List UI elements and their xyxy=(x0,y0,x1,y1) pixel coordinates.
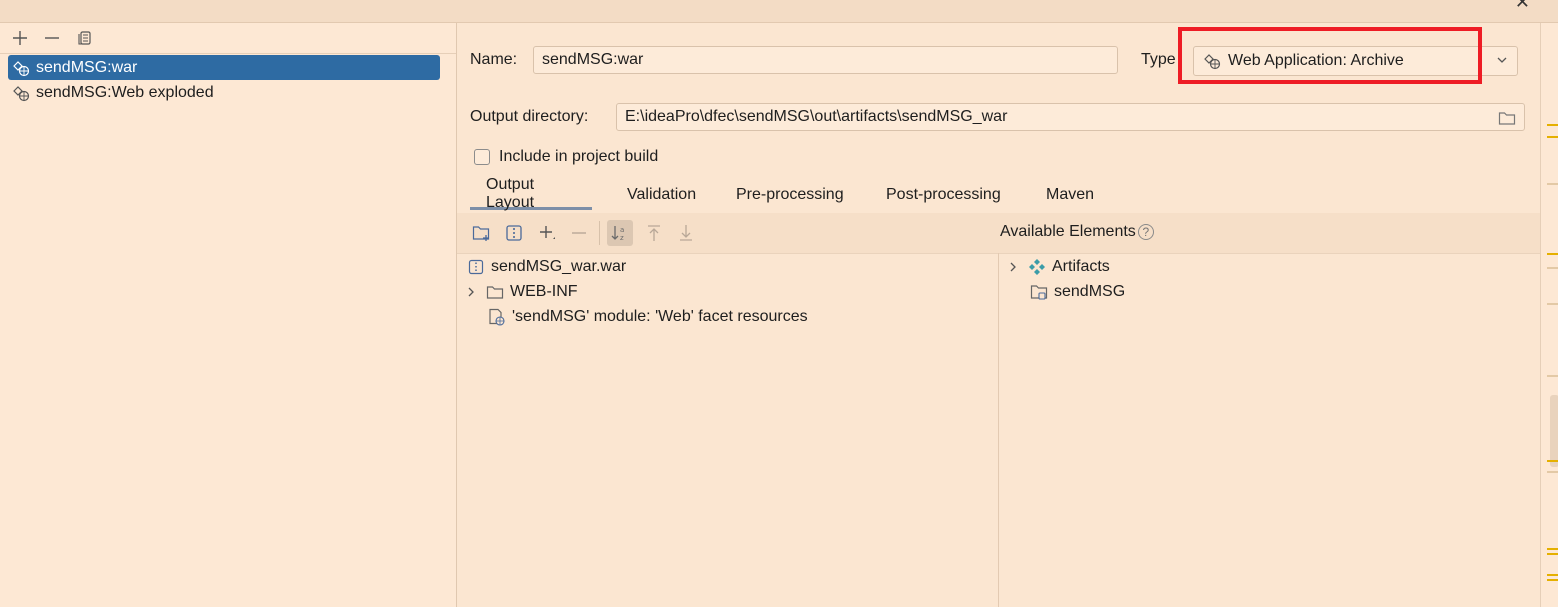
available-item-sendmsg[interactable]: sendMSG xyxy=(1030,279,1125,304)
highlight-box xyxy=(1178,27,1482,84)
tab-label: Output Layout xyxy=(486,175,535,211)
tab-output-layout[interactable]: Output Layout xyxy=(470,176,592,211)
tree-item-war-file[interactable]: sendMSG_war.war xyxy=(467,254,626,279)
name-field[interactable]: sendMSG:war xyxy=(533,46,1118,74)
include-in-build-checkbox[interactable] xyxy=(474,149,490,165)
chevron-right-icon[interactable] xyxy=(466,286,480,298)
chevron-down-icon xyxy=(1495,53,1509,72)
error-stripe-mark[interactable] xyxy=(1547,253,1558,255)
svg-text:z: z xyxy=(620,234,624,242)
web-facet-icon xyxy=(488,308,506,326)
output-directory-label: Output directory: xyxy=(470,108,589,125)
tab-label: Validation xyxy=(627,186,697,203)
tab-pre-processing[interactable]: Pre-processing xyxy=(736,180,844,210)
error-stripe-mark[interactable] xyxy=(1547,548,1558,550)
artifact-item-exploded[interactable]: sendMSG:Web exploded xyxy=(8,80,440,105)
web-artifact-icon xyxy=(12,84,30,102)
error-stripe-mark[interactable] xyxy=(1547,183,1558,185)
create-archive-icon[interactable] xyxy=(501,220,527,246)
sort-alphabetically-icon[interactable]: az xyxy=(607,220,633,246)
available-item-artifacts[interactable]: Artifacts xyxy=(1008,254,1110,279)
scrollbar-thumb[interactable] xyxy=(1550,395,1558,467)
output-directory-value: E:\ideaPro\dfec\sendMSG\out\artifacts\se… xyxy=(625,108,1008,125)
archive-icon xyxy=(467,258,485,276)
close-icon[interactable]: ✕ xyxy=(1515,0,1530,13)
error-stripe-mark[interactable] xyxy=(1547,267,1558,269)
include-in-build-label: Include in project build xyxy=(499,148,659,165)
tab-label: Post-processing xyxy=(886,186,1001,203)
error-stripe-mark[interactable] xyxy=(1547,471,1558,473)
tree-item-label: WEB-INF xyxy=(510,282,578,300)
title-strip xyxy=(0,0,1558,23)
available-elements-header: Available Elements ? xyxy=(1000,223,1154,241)
tab-post-processing[interactable]: Post-processing xyxy=(886,180,1001,210)
tab-validation[interactable]: Validation xyxy=(627,180,696,210)
splitter[interactable] xyxy=(998,253,999,607)
web-artifact-icon xyxy=(12,59,30,77)
artifact-label: sendMSG:Web exploded xyxy=(36,83,214,101)
folder-browse-icon[interactable] xyxy=(1498,110,1516,131)
tree-item-label: 'sendMSG' module: 'Web' facet resources xyxy=(512,307,808,325)
chevron-right-icon[interactable] xyxy=(1008,261,1022,273)
tab-maven[interactable]: Maven xyxy=(1046,180,1094,210)
tree-item-web-facet[interactable]: 'sendMSG' module: 'Web' facet resources xyxy=(488,304,808,329)
error-stripe-mark[interactable] xyxy=(1547,553,1558,555)
remove-icon[interactable] xyxy=(566,220,592,246)
artifact-list-toolbar xyxy=(0,23,456,54)
tree-item-label: sendMSG_war.war xyxy=(491,257,627,275)
error-stripe-mark[interactable] xyxy=(1547,375,1558,377)
tab-bar: Output Layout Validation Pre-processing … xyxy=(457,176,1540,214)
artifact-list-panel: sendMSG:war sendMSG:Web exploded xyxy=(0,23,457,607)
svg-text:a: a xyxy=(620,226,624,234)
module-folder-icon xyxy=(1030,283,1048,301)
tree-item-label: Artifacts xyxy=(1052,257,1110,275)
output-layout-toolbar: az Available Elements ? xyxy=(457,213,1540,254)
artifacts-icon xyxy=(1028,258,1046,276)
output-directory-field[interactable]: E:\ideaPro\dfec\sendMSG\out\artifacts\se… xyxy=(616,103,1525,131)
name-label: Name: xyxy=(470,51,518,68)
tree-item-label: sendMSG xyxy=(1054,282,1126,300)
move-up-icon[interactable] xyxy=(641,220,667,246)
error-stripe-mark[interactable] xyxy=(1547,579,1558,581)
plus-icon[interactable] xyxy=(9,27,31,49)
available-elements-title: Available Elements xyxy=(1000,223,1136,240)
artifact-item-war[interactable]: sendMSG:war xyxy=(8,55,440,80)
move-down-icon[interactable] xyxy=(673,220,699,246)
vertical-scrollbar[interactable] xyxy=(1540,23,1558,607)
new-directory-icon[interactable] xyxy=(469,220,495,246)
help-icon[interactable]: ? xyxy=(1137,224,1154,240)
toolbar-separator xyxy=(599,221,600,245)
folder-icon xyxy=(486,283,504,301)
tab-label: Pre-processing xyxy=(736,186,844,203)
error-stripe-mark[interactable] xyxy=(1547,460,1558,462)
error-stripe-mark[interactable] xyxy=(1547,124,1558,126)
artifact-label: sendMSG:war xyxy=(36,58,138,76)
type-label: Type xyxy=(1141,51,1176,68)
error-stripe-mark[interactable] xyxy=(1547,303,1558,305)
tree-item-web-inf[interactable]: WEB-INF xyxy=(466,279,578,304)
copy-icon[interactable] xyxy=(74,27,96,49)
name-value: sendMSG:war xyxy=(542,51,644,68)
error-stripe-mark[interactable] xyxy=(1547,574,1558,576)
add-copy-icon[interactable] xyxy=(534,220,560,246)
minus-icon[interactable] xyxy=(41,27,63,49)
tab-label: Maven xyxy=(1046,186,1095,203)
error-stripe-mark[interactable] xyxy=(1547,136,1558,138)
